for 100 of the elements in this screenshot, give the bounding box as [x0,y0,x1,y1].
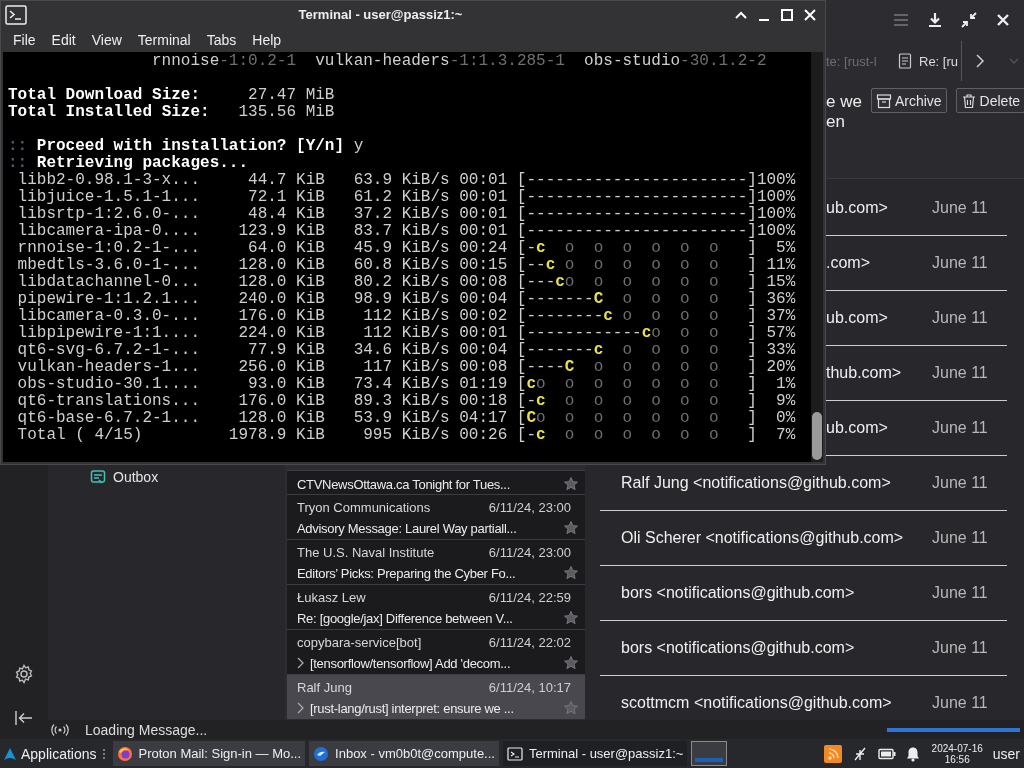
time-remaining: 00:08 [459,359,508,376]
star-icon[interactable] [563,700,579,716]
menu-item[interactable]: Terminal [129,32,199,48]
message-item[interactable]: CTVNewsOttawa.ca Tonight for Tues... [287,470,585,494]
clock-time[interactable]: 16:56 [944,753,970,765]
message-row[interactable]: bors <notifications@github.com> June 11 [600,566,1007,621]
taskbar-button[interactable]: Proton Mail: Sign-in — Mo... [112,741,306,766]
chevron-right-icon[interactable] [296,701,306,715]
sender-address: thub.com> [826,364,903,382]
shrink-icon[interactable] [960,11,978,29]
menu-item[interactable]: Tabs [198,32,245,48]
ascii-progress-text: [-----------------------] [516,189,757,206]
package-label: rnnoise-1:0.2-1 [152,53,297,70]
ascii-progress-text: [-c o o o o o o ] [516,240,757,257]
network-off-icon[interactable] [851,745,868,762]
chevron-right-icon[interactable] [296,656,306,670]
star-icon[interactable] [563,565,579,581]
time-remaining: 00:26 [459,427,508,444]
collapse-sidebar-icon[interactable] [14,710,34,726]
star-icon[interactable] [563,655,579,671]
delete-button[interactable]: Delete [955,88,1024,113]
taskbar-button[interactable]: Terminal - user@passiz1:~ [502,741,688,766]
battery-icon[interactable] [877,747,896,760]
time-remaining: 00:18 [459,393,508,410]
time-remaining: 00:24 [459,240,508,257]
workspace-switcher[interactable] [691,741,728,766]
sender-name: copybara-service[bot] [297,634,422,652]
message-subject: Editors’ Picks: Preparing the Cyber Fo... [297,565,516,581]
percent-text: 100% [756,172,796,189]
package-name: Total ( 4/15) [16,427,144,444]
message-date: 6/11/24, 10:17 [488,679,571,697]
sender-address: scottmcm <notifications@github.com> [620,694,893,712]
message-row[interactable]: Ralf Jung <notifications@github.com> June 11 [600,466,1007,511]
sender-address: bors <notifications@github.com> [620,584,856,602]
download-size: 1978.9 KiB [227,427,325,444]
message-item[interactable]: Ralf Jung 6/11/24, 10:17 [rust-lang/rust] interpret: ensure we ... [287,674,585,719]
menu-item[interactable]: Edit [43,32,84,48]
download-size: 72.1 KiB [247,189,325,206]
message-tab[interactable]: Re: [ru [898,41,962,81]
download-size: 77.9 KiB [247,342,325,359]
message-item[interactable]: copybara-service[bot] 6/11/24, 22:02 [tensorflow/tensorflow] Add 'decom... [287,629,585,674]
star-icon[interactable] [563,610,579,626]
message-row[interactable]: bors <notifications@github.com> June 11 [600,621,1007,676]
time-remaining: 00:04 [459,291,508,308]
scrollbar[interactable] [811,52,823,462]
message-row[interactable]: Oli Scherer <notifications@github.com> June 11 [600,511,1007,566]
download-size: 176.0 KiB [237,308,325,325]
maximize-icon[interactable] [780,7,794,22]
download-size: 128.0 KiB [237,274,325,291]
message-subject: CTVNewsOttawa.ca Tonight for Tues... [297,476,510,492]
download-size: 44.7 KiB [247,172,325,189]
package-name: libb2-0.98.1-3-x... [16,172,202,189]
user-name[interactable]: user [992,745,1020,762]
chevron-right-icon[interactable] [974,53,986,69]
star-icon[interactable] [563,476,579,492]
sender-name: Łukasz Lew [297,589,366,607]
message-date: June 11 [932,309,989,327]
bell-icon[interactable] [905,745,920,762]
ascii-progress-text: [--------c o o o o ] [516,308,757,325]
ascii-progress-text: [--c o o o o o o ] [516,257,757,274]
download-speed: 61.2 KiB/s [352,189,450,206]
menu-item[interactable]: File [5,32,44,48]
scrollbar-thumb[interactable] [812,412,822,460]
taskbar-button[interactable]: Inbox - vm0b0t@compute... [309,741,499,766]
ascii-progress-text: [-----------------------] [516,206,757,223]
download-size: 256.0 KiB [237,359,325,376]
summary-value: 27.47 MiB [247,87,335,104]
menu-item[interactable]: Help [244,32,290,48]
percent-text: 15% [765,274,796,291]
message-subject: [rust-lang/rust] interpret: ensure we ... [310,700,514,716]
prompt-marker: :: [8,138,28,155]
download-speed: 53.9 KiB/s [352,410,450,427]
star-icon[interactable] [563,520,579,536]
download-size: 123.9 KiB [237,223,325,240]
download-size: 64.0 KiB [247,240,325,257]
folder-item[interactable]: Outbox [90,469,285,485]
package-name: pipewire-1:1.2.1... [16,291,202,308]
clock-date[interactable]: 2024-07-16 [931,742,983,754]
message-item[interactable]: Łukasz Lew 6/11/24, 22:59 Re: [google/jax] Difference between V... [287,584,585,629]
message-date: June 11 [932,199,989,217]
time-remaining: 00:15 [459,257,508,274]
ascii-progress-text: [-----------------------] [516,172,757,189]
message-date: 6/11/24, 23:00 [488,499,571,517]
settings-icon[interactable] [14,664,34,684]
message-date: June 11 [932,584,989,602]
percent-text: 57% [765,325,796,342]
applications-menu[interactable]: Applications [0,745,97,762]
download-speed: 34.6 KiB/s [352,342,450,359]
answer-text: y [353,138,364,155]
menu-item[interactable]: View [83,32,130,48]
ascii-progress-text: [----C o o o o o ] [516,359,757,376]
message-item[interactable]: Tryon Communications 6/11/24, 23:00 Advisory Message: Laurel Way partiall... [287,494,585,539]
close-icon[interactable] [803,7,817,22]
download-icon[interactable] [926,11,944,29]
outbox-icon [90,469,106,485]
message-item[interactable]: The U.S. Naval Institute 6/11/24, 23:00 Editors’ Picks: Preparing the Cyber Fo... [287,539,585,584]
percent-text: 100% [756,189,796,206]
archive-button[interactable]: Archive [870,88,947,113]
subject-text: en [826,112,846,132]
feed-icon[interactable] [823,744,842,763]
